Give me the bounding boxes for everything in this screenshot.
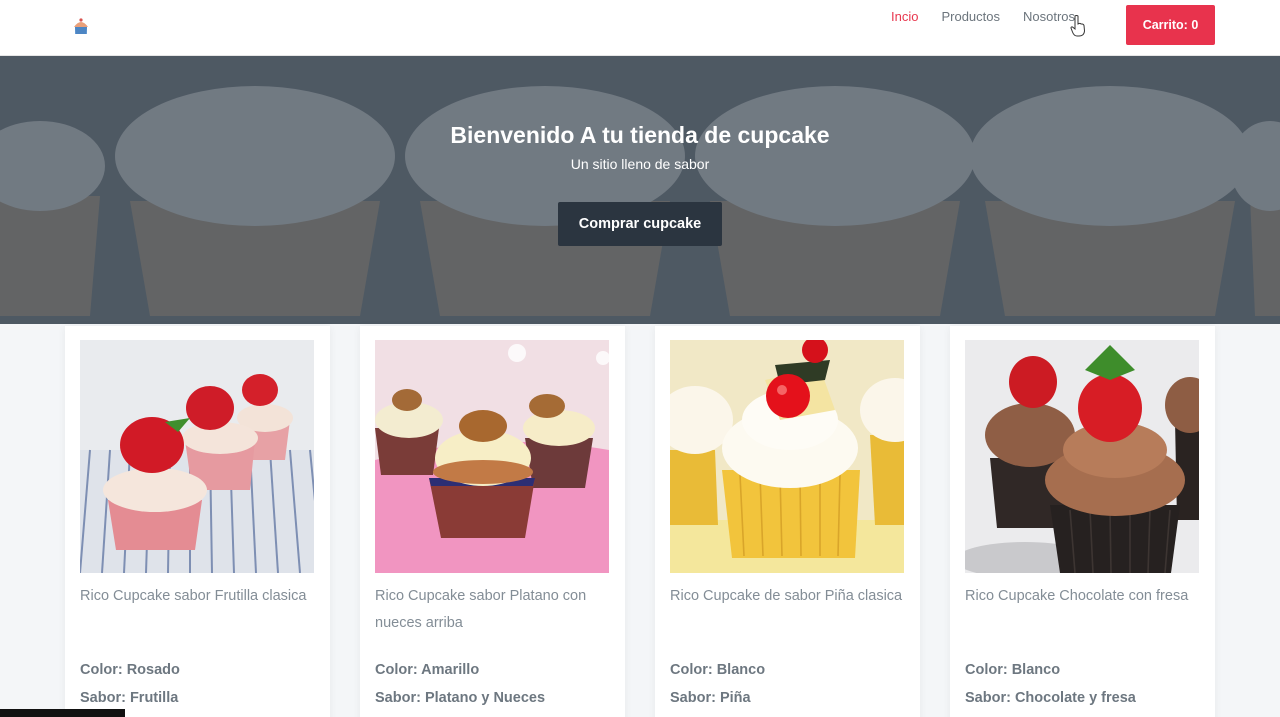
product-card[interactable]: Rico Cupcake Chocolate con fresa Color: … [950,326,1215,717]
nav-link-productos[interactable]: Productos [941,9,1000,25]
product-color: Color: Amarillo [375,662,480,678]
product-flavor: Sabor: Piña [670,690,751,706]
nav-links: Incio Productos Nosotros [891,9,1098,25]
product-card[interactable]: Rico Cupcake de sabor Piña clasica Color… [655,326,920,717]
cupcake-logo-icon[interactable] [70,15,92,37]
nav-link-nosotros[interactable]: Nosotros [1023,9,1075,25]
product-color: Color: Blanco [670,662,766,678]
product-description: Rico Cupcake Chocolate con fresa [965,588,1189,604]
buy-cupcake-button[interactable]: Comprar cupcake [558,202,722,246]
product-description: Rico Cupcake sabor Frutilla clasica [80,588,307,604]
hero-overlay [0,56,1280,324]
strawberry-cupcake-image [80,340,314,573]
product-color: Color: Rosado [80,662,180,678]
product-flavor: Sabor: Frutilla [80,690,179,706]
product-card[interactable]: Rico Cupcake sabor Frutilla clasica Colo… [65,326,330,717]
banana-nut-cupcake-image [375,340,609,573]
nav-link-inicio[interactable]: Incio [891,9,918,25]
hand-cursor-icon [1070,15,1086,37]
product-description: Rico Cupcake de sabor Piña clasica [670,588,903,604]
product-color: Color: Blanco [965,662,1061,678]
chocolate-strawberry-cupcake-image [965,340,1199,573]
status-bar [0,709,125,717]
navbar: Incio Productos Nosotros Carrito: 0 [0,0,1280,56]
hero-subtitle: Un sitio lleno de sabor [570,156,710,172]
product-card[interactable]: Rico Cupcake sabor Platano con nueces ar… [360,326,625,717]
hero-title: Bienvenido A tu tienda de cupcake [450,122,830,148]
pineapple-cupcake-image [670,340,904,573]
product-flavor: Sabor: Chocolate y fresa [965,690,1136,706]
product-description: Rico Cupcake sabor Platano con nueces ar… [375,588,587,631]
product-flavor: Sabor: Platano y Nueces [375,690,546,706]
hero-banner: Bienvenido A tu tienda de cupcake Un sit… [0,56,1280,324]
cart-button[interactable]: Carrito: 0 [1126,5,1215,45]
